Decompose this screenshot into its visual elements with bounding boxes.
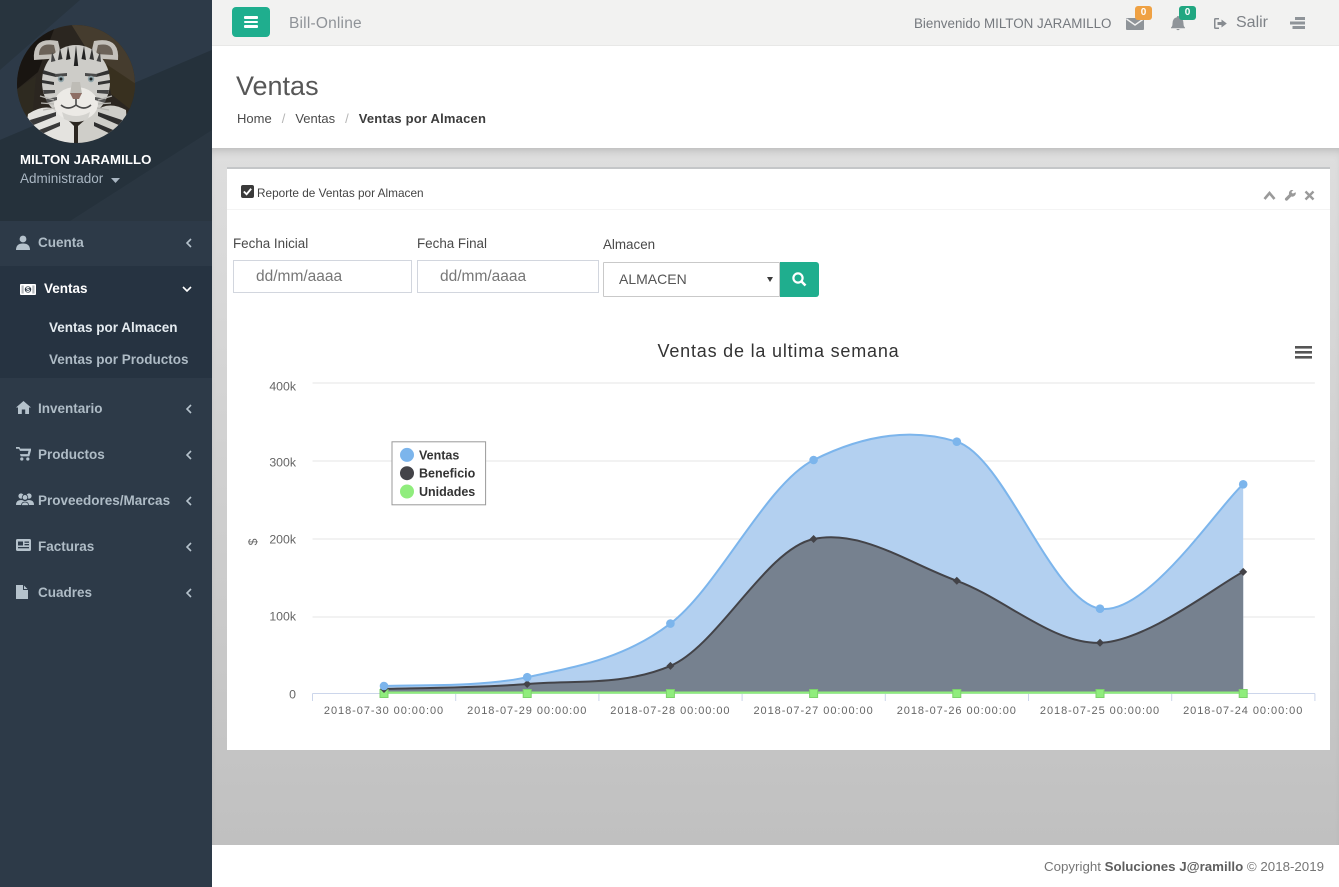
svg-text:200k: 200k (269, 533, 297, 547)
svg-text:2018-07-30 00:00:00: 2018-07-30 00:00:00 (324, 705, 444, 717)
svg-text:$: $ (26, 287, 30, 294)
svg-text:2018-07-28 00:00:00: 2018-07-28 00:00:00 (610, 705, 730, 717)
svg-text:2018-07-24 00:00:00: 2018-07-24 00:00:00 (1183, 705, 1303, 717)
svg-text:300k: 300k (269, 456, 297, 470)
svg-text:100k: 100k (269, 610, 297, 624)
svg-text:$: $ (246, 538, 260, 545)
svg-text:2018-07-25 00:00:00: 2018-07-25 00:00:00 (1040, 705, 1160, 717)
svg-text:Unidades: Unidades (419, 485, 475, 499)
svg-text:2018-07-26 00:00:00: 2018-07-26 00:00:00 (897, 705, 1017, 717)
svg-text:Ventas de la ultima semana: Ventas de la ultima semana (658, 341, 900, 361)
svg-text:2018-07-27 00:00:00: 2018-07-27 00:00:00 (753, 705, 873, 717)
svg-text:2018-07-29 00:00:00: 2018-07-29 00:00:00 (467, 705, 587, 717)
svg-text:Beneficio: Beneficio (419, 467, 476, 481)
svg-text:Ventas: Ventas (419, 448, 459, 462)
svg-text:400k: 400k (269, 380, 297, 394)
svg-text:0: 0 (289, 688, 296, 702)
